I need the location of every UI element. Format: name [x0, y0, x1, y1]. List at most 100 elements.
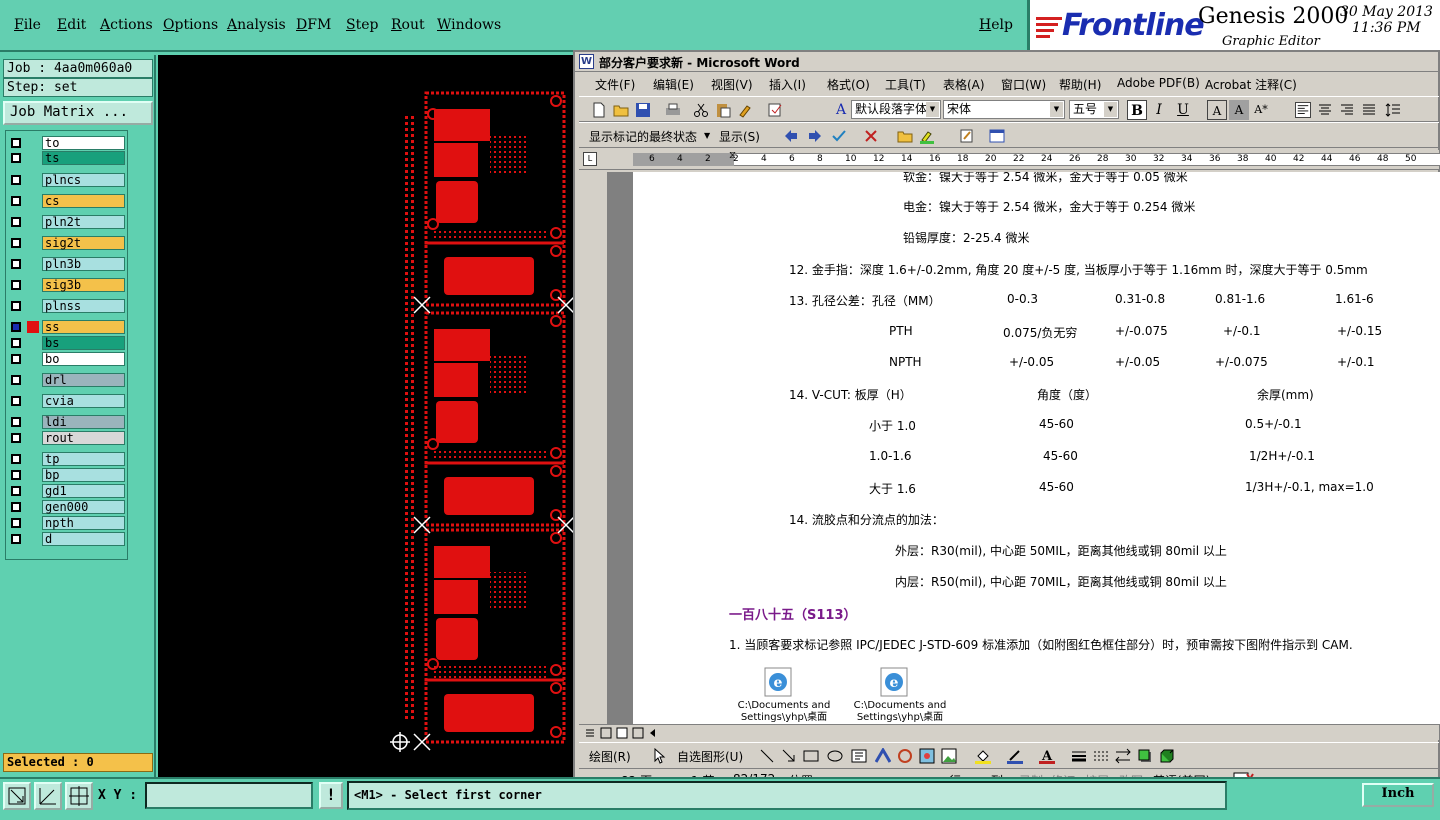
layer-row-rout[interactable]: rout [8, 431, 126, 445]
word-window[interactable]: W 部分客户要求新 - Microsoft Word 文件(F) 编辑(E) 视… [573, 50, 1440, 790]
layer-checkbox[interactable] [11, 470, 21, 480]
layer-checkbox[interactable] [11, 338, 21, 348]
line-color-icon[interactable] [1007, 748, 1023, 764]
menu-file[interactable]: File [14, 17, 41, 33]
graphics-canvas[interactable] [158, 55, 575, 777]
layer-row-ldi[interactable]: ldi [8, 415, 126, 429]
layer-row-bp[interactable]: bp [8, 468, 126, 482]
layer-checkbox[interactable] [11, 486, 21, 496]
layer-row-bo[interactable]: bo [8, 352, 126, 366]
new-comment-icon[interactable] [897, 128, 913, 144]
accept-change-icon[interactable] [831, 128, 847, 144]
horizontal-ruler[interactable]: L 6 4 2 2 4 6 8 10 12 14 16 18 20 22 24 26 28 30 32 34 36 38 4… [579, 150, 1440, 170]
layer-checkbox[interactable] [11, 259, 21, 269]
arrow-style-icon[interactable] [1115, 748, 1131, 764]
menu-edit[interactable]: Edit [57, 17, 86, 33]
show-menu[interactable]: 显示(S) [719, 128, 760, 145]
font-color-icon[interactable]: A [1039, 748, 1055, 764]
zoom-window-button[interactable] [3, 782, 31, 810]
layer-row-sig3b[interactable]: sig3b [8, 278, 126, 292]
menu-rout[interactable]: Rout [391, 17, 425, 33]
layer-checkbox[interactable] [11, 238, 21, 248]
font-select[interactable]: 宋体 ▼ [943, 100, 1065, 119]
view-buttons[interactable] [585, 727, 665, 739]
menu-analysis[interactable]: Analysis [227, 17, 286, 33]
line-style-icon[interactable] [1071, 748, 1087, 764]
tab-stop-selector-icon[interactable]: L [583, 152, 597, 166]
word-menu-help[interactable]: 帮助(H) [1059, 76, 1101, 93]
format-painter-icon[interactable] [737, 102, 753, 118]
menu-actions[interactable]: Actions [100, 17, 153, 33]
highlight-icon[interactable] [919, 128, 935, 144]
layer-checkbox[interactable] [11, 534, 21, 544]
menu-step[interactable]: Step [346, 17, 378, 33]
word-menu-insert[interactable]: 插入(I) [769, 76, 806, 93]
word-menu-window[interactable]: 窗口(W) [1001, 76, 1046, 93]
prev-change-icon[interactable] [783, 128, 799, 144]
layer-checkbox[interactable] [11, 433, 21, 443]
shadow-style-icon[interactable] [1137, 748, 1153, 764]
word-menu-acrobat[interactable]: Acrobat 注释(C) [1205, 76, 1297, 93]
menu-help[interactable]: Help [979, 17, 1013, 33]
line-spacing-icon[interactable] [1385, 102, 1401, 118]
layer-checkbox[interactable] [11, 138, 21, 148]
layer-checkbox[interactable] [11, 396, 21, 406]
align-center-icon[interactable] [1317, 102, 1333, 118]
cut-icon[interactable] [693, 102, 709, 118]
edit-icon[interactable] [959, 128, 975, 144]
bold-button[interactable]: B [1127, 100, 1147, 120]
menu-dfm[interactable]: DFM [296, 17, 331, 33]
open-folder-icon[interactable] [613, 102, 629, 118]
fill-color-icon[interactable] [975, 748, 991, 764]
word-menu-tools[interactable]: 工具(T) [885, 76, 926, 93]
markup-display-select[interactable]: 显示标记的最终状态 [589, 128, 697, 145]
print-icon[interactable] [665, 102, 681, 118]
word-menu-format[interactable]: 格式(O) [827, 76, 870, 93]
word-menu-file[interactable]: 文件(F) [595, 76, 635, 93]
dash-style-icon[interactable] [1093, 748, 1109, 764]
layer-row-sig2t[interactable]: sig2t [8, 236, 126, 250]
layer-row-d[interactable]: d [8, 532, 126, 546]
word-menu-table[interactable]: 表格(A) [943, 76, 985, 93]
layer-checkbox[interactable] [11, 280, 21, 290]
clipart-icon[interactable] [919, 748, 935, 764]
word-title-bar[interactable]: W 部分客户要求新 - Microsoft Word [575, 52, 1438, 72]
layer-checkbox[interactable] [11, 518, 21, 528]
layer-checkbox[interactable] [11, 196, 21, 206]
text-effects-icon[interactable]: A* [1251, 100, 1271, 120]
picture-icon[interactable] [941, 748, 957, 764]
xy-coordinate-input[interactable] [145, 782, 313, 809]
styles-icon[interactable]: A [831, 100, 851, 120]
font-size-select[interactable]: 五号 ▼ [1069, 100, 1119, 119]
layer-checkbox[interactable] [11, 454, 21, 464]
layer-row-npth[interactable]: npth [8, 516, 126, 530]
horizontal-scrollbar[interactable] [579, 724, 1439, 740]
autoshapes-menu[interactable]: 自选图形(U) [677, 748, 743, 765]
layer-row-bs[interactable]: bs [8, 336, 126, 350]
layer-row-plncs[interactable]: plncs [8, 173, 126, 187]
ie-document-icon[interactable]: e [761, 666, 795, 698]
layer-row-tp[interactable]: tp [8, 452, 126, 466]
layer-row-plnss[interactable]: plnss [8, 299, 126, 313]
char-shading-icon[interactable]: A [1229, 100, 1249, 120]
oval-tool-icon[interactable] [827, 748, 843, 764]
word-menu-edit[interactable]: 编辑(E) [653, 76, 694, 93]
ie-document-icon[interactable]: e [877, 666, 911, 698]
layer-checkbox[interactable] [11, 375, 21, 385]
save-icon[interactable] [635, 102, 651, 118]
layer-checkbox[interactable] [11, 417, 21, 427]
reviewing-pane-icon[interactable] [989, 128, 1005, 144]
layer-checkbox[interactable] [11, 175, 21, 185]
menu-windows[interactable]: Windows [437, 17, 501, 33]
layer-row-gd1[interactable]: gd1 [8, 484, 126, 498]
rectangle-tool-icon[interactable] [803, 748, 819, 764]
justify-icon[interactable] [1361, 102, 1377, 118]
units-button[interactable]: Inch [1362, 783, 1434, 807]
layer-row-drl[interactable]: drl [8, 373, 126, 387]
layer-row-ss[interactable]: ss [8, 320, 126, 334]
document-page[interactable]: 软金：镍大于等于 2.54 微米，金大于等于 0.05 微米 电金：镍大于等于 … [633, 172, 1440, 724]
select-pointer-icon[interactable] [651, 748, 667, 764]
warning-button[interactable]: ! [319, 782, 343, 809]
layer-checkbox[interactable] [11, 153, 21, 163]
snap-grid-button[interactable] [65, 782, 93, 810]
